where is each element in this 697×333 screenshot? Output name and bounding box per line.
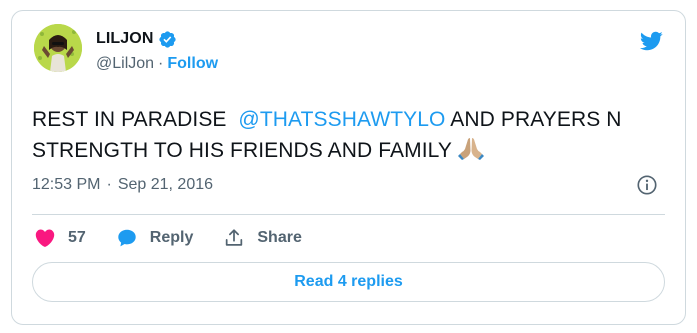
- avatar[interactable]: [34, 24, 82, 72]
- reply-label: Reply: [149, 229, 194, 246]
- separator: ·: [106, 176, 112, 193]
- info-icon[interactable]: [636, 174, 658, 196]
- timestamp[interactable]: 12:53 PM · Sep 21, 2016: [32, 176, 213, 194]
- share-button[interactable]: Share: [223, 227, 302, 249]
- reply-bubble-icon: [118, 229, 136, 247]
- tweet-time: 12:53 PM: [32, 176, 101, 193]
- read-replies-button[interactable]: Read 4 replies: [32, 262, 665, 302]
- like-count: 57: [68, 229, 86, 246]
- divider: [32, 214, 665, 215]
- twitter-bird-icon[interactable]: [637, 29, 665, 53]
- folded-hands-icon: [457, 135, 484, 161]
- tweet-text-before: REST IN PARADISE: [32, 108, 239, 131]
- display-name[interactable]: LILJON: [96, 30, 154, 48]
- share-icon: [226, 229, 243, 246]
- follow-button[interactable]: Follow: [167, 55, 218, 73]
- tweet-date: Sep 21, 2016: [117, 176, 214, 193]
- like-button[interactable]: 57: [34, 227, 86, 249]
- heart-icon: [35, 229, 55, 247]
- author-block: LILJON @LilJon · Follow: [96, 29, 218, 73]
- action-bar: 57 Reply Share: [34, 223, 332, 253]
- reply-button[interactable]: Reply: [116, 227, 194, 249]
- handle[interactable]: @LilJon: [96, 55, 154, 73]
- verified-badge-icon: [158, 30, 177, 49]
- separator: ·: [158, 55, 164, 72]
- tweet-text: REST IN PARADISE @THATSSHAWTYLO AND PRAY…: [32, 104, 672, 166]
- tweet-card: LILJON @LilJon · Follow REST IN PARADISE…: [11, 10, 686, 325]
- mention-link[interactable]: @THATSSHAWTYLO: [238, 108, 445, 131]
- share-label: Share: [257, 229, 302, 246]
